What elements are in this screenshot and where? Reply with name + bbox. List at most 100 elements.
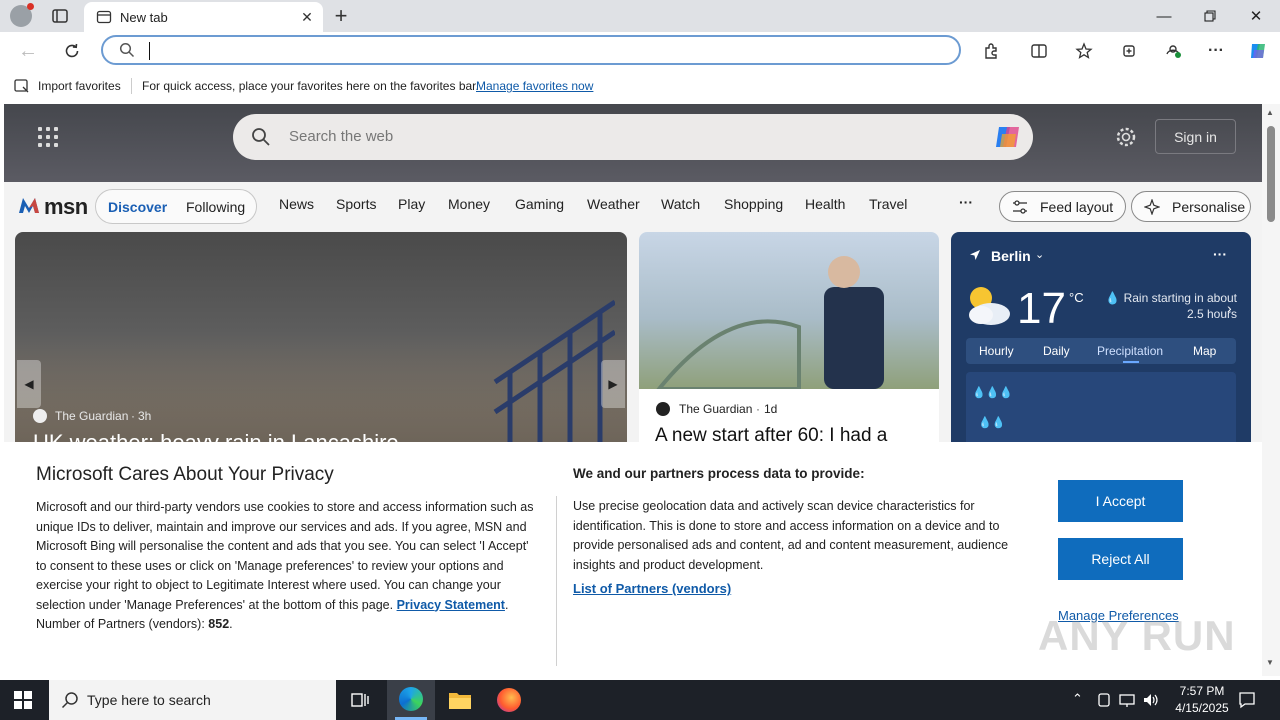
volume-icon[interactable] <box>1142 692 1160 708</box>
address-input-value <box>149 42 150 60</box>
nav-more-icon[interactable]: ··· <box>959 194 973 210</box>
split-screen-icon[interactable] <box>1023 35 1055 67</box>
nav-news[interactable]: News <box>279 196 314 212</box>
close-tab-icon[interactable]: ✕ <box>298 8 316 26</box>
clock-date[interactable]: 4/15/2025 <box>1166 701 1238 715</box>
reject-all-button[interactable]: Reject All <box>1058 538 1183 580</box>
carousel-next-icon[interactable]: ▶ <box>601 360 625 408</box>
restore-icon[interactable] <box>1187 0 1233 32</box>
app-launcher-icon[interactable] <box>38 127 58 147</box>
msn-butterfly-logo-icon[interactable] <box>16 193 42 219</box>
settings-more-icon[interactable]: ··· <box>1200 35 1232 67</box>
scroll-up-icon[interactable]: ▲ <box>1266 108 1274 117</box>
weather-next-chevron-icon[interactable]: › <box>1227 300 1232 316</box>
msn-search-placeholder: Search the web <box>289 128 394 145</box>
collections-icon[interactable] <box>1113 35 1145 67</box>
profile-avatar-icon[interactable] <box>10 3 34 27</box>
favorites-hint: For quick access, place your favorites h… <box>142 79 479 93</box>
close-window-icon[interactable]: ✕ <box>1233 0 1279 32</box>
hero-news-card[interactable]: ◀ ▶ The Guardian · 3h UK weather: heavy … <box>15 232 627 452</box>
light-rain-icon: 💧💧 <box>978 417 1006 429</box>
weather-tab-hourly[interactable]: Hourly <box>979 344 1014 358</box>
nav-sports[interactable]: Sports <box>336 196 376 212</box>
weather-tab-map[interactable]: Map <box>1193 344 1216 358</box>
nav-money[interactable]: Money <box>448 196 490 212</box>
file-explorer-icon[interactable] <box>448 689 472 711</box>
taskbar-edge-button[interactable] <box>387 680 435 720</box>
msn-nav-row: msn Discover Following News Sports Play … <box>4 182 1262 232</box>
weather-unit[interactable]: °C <box>1069 290 1084 305</box>
partners-count: 852 <box>208 617 230 631</box>
msn-search-box[interactable]: Search the web <box>233 114 1033 160</box>
extensions-icon[interactable] <box>975 35 1007 67</box>
privacy-statement-link[interactable]: Privacy Statement <box>397 598 505 612</box>
card2-source: The Guardian <box>679 402 753 416</box>
weather-temp: 17 <box>1017 284 1066 333</box>
card2-age: 1d <box>764 402 778 416</box>
feed-layout-button[interactable]: Feed layout <box>999 191 1126 222</box>
accept-button[interactable]: I Accept <box>1058 480 1183 522</box>
weather-more-icon[interactable]: ··· <box>1213 246 1227 262</box>
nav-play[interactable]: Play <box>398 196 425 212</box>
taskbar-search-icon <box>61 691 79 709</box>
nav-travel[interactable]: Travel <box>869 196 907 212</box>
clock-time[interactable]: 7:57 PM <box>1174 684 1230 698</box>
nav-weather[interactable]: Weather <box>587 196 640 212</box>
privacy-right-body: Use precise geolocation data and activel… <box>573 499 1009 572</box>
card2-image <box>639 232 939 389</box>
weather-tab-daily[interactable]: Daily <box>1043 344 1070 358</box>
location-arrow-icon <box>969 249 981 261</box>
active-tab-indicator <box>1123 361 1139 363</box>
taskbar-search-placeholder: Type here to search <box>87 692 211 708</box>
minimize-icon[interactable]: — <box>1141 0 1187 32</box>
browser-essentials-icon[interactable] <box>1157 35 1189 67</box>
sign-in-button[interactable]: Sign in <box>1155 119 1236 154</box>
nav-shopping[interactable]: Shopping <box>724 196 783 212</box>
news-card-2[interactable]: The Guardian · 1d A new start after 60: … <box>639 232 939 452</box>
carousel-prev-icon[interactable]: ◀ <box>17 360 41 408</box>
taskbar-search-box[interactable]: Type here to search <box>49 680 336 720</box>
back-icon[interactable]: ← <box>12 35 44 67</box>
privacy-body: Microsoft and our third-party vendors us… <box>36 500 534 631</box>
tab-new-tab[interactable]: New tab ✕ <box>84 2 323 32</box>
feed-layout-label: Feed layout <box>1040 198 1114 215</box>
tray-device-icon[interactable] <box>1096 692 1112 708</box>
tab-discover[interactable]: Discover <box>108 199 167 215</box>
network-icon[interactable] <box>1119 692 1135 708</box>
feed-tab-group: Discover Following <box>95 189 257 224</box>
nav-watch[interactable]: Watch <box>661 196 700 212</box>
windows-start-icon[interactable] <box>14 691 32 709</box>
weather-card[interactable]: Berlin ⌄ ··· 17 °C 💧 Rain starting in ab… <box>951 232 1251 452</box>
manage-favorites-link[interactable]: Manage favorites now <box>476 79 593 93</box>
favorites-icon[interactable] <box>1068 35 1100 67</box>
weather-tab-precipitation[interactable]: Precipitation <box>1097 344 1163 358</box>
tray-chevron-up-icon[interactable]: ⌃ <box>1072 691 1083 707</box>
tab-following[interactable]: Following <box>186 199 245 215</box>
page-scrollbar[interactable]: ▲ ▼ <box>1262 104 1280 676</box>
title-bar: New tab ✕ + — ✕ <box>0 0 1280 32</box>
city-chevron-down-icon[interactable]: ⌄ <box>1035 248 1044 261</box>
firefox-icon[interactable] <box>497 688 521 712</box>
msn-search-icon <box>251 127 271 147</box>
import-favorites-button[interactable]: Import favorites <box>38 79 121 93</box>
nav-gaming[interactable]: Gaming <box>515 196 564 212</box>
scroll-down-icon[interactable]: ▼ <box>1266 658 1274 667</box>
new-tab-button[interactable]: + <box>330 3 352 28</box>
copilot-search-icon[interactable] <box>993 123 1023 151</box>
card1-source: The Guardian <box>55 409 129 423</box>
partners-list-link[interactable]: List of Partners (vendors) <box>573 581 731 596</box>
scrollbar-thumb[interactable] <box>1267 126 1275 222</box>
page-settings-gear-icon[interactable] <box>1115 126 1137 148</box>
copilot-icon[interactable] <box>1242 35 1274 67</box>
tab-actions-icon[interactable] <box>50 6 70 26</box>
task-view-icon[interactable] <box>350 690 370 710</box>
import-favorites-icon <box>14 78 30 94</box>
weather-summary: 💧 Rain starting in about 2.5 hours <box>1105 291 1237 321</box>
weather-city[interactable]: Berlin <box>991 248 1031 264</box>
address-bar[interactable] <box>101 35 961 65</box>
personalise-button[interactable]: Personalise <box>1131 191 1251 222</box>
nav-health[interactable]: Health <box>805 196 845 212</box>
refresh-icon[interactable] <box>56 35 88 67</box>
anyrun-watermark: ANY RUN <box>1038 612 1236 659</box>
notifications-icon[interactable] <box>1238 691 1256 709</box>
